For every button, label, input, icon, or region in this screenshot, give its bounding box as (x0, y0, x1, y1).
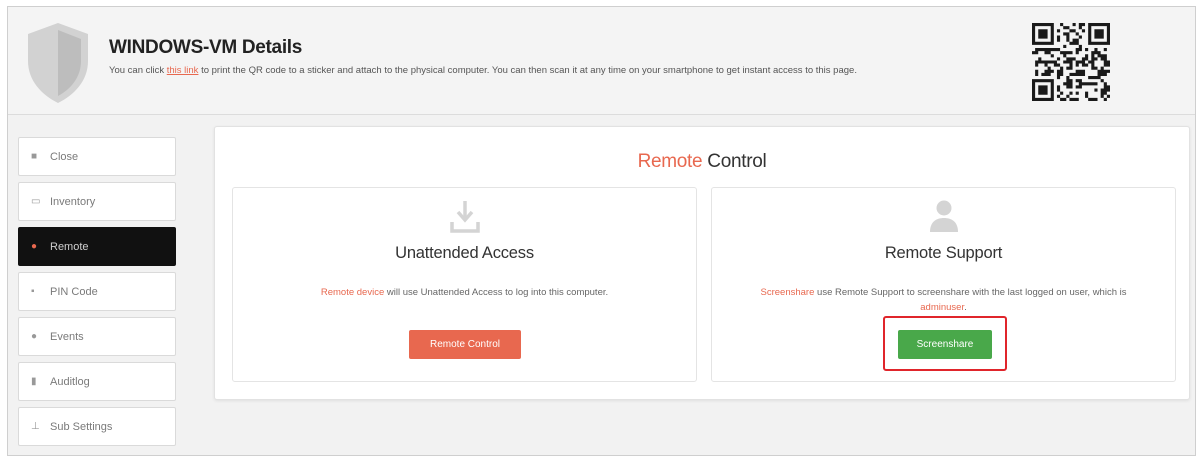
sidebar-item-pin-code[interactable]: ▪ PIN Code (18, 272, 176, 311)
laptop-icon: ▭ (31, 196, 41, 207)
page-subtitle: You can click this link to print the QR … (109, 65, 857, 76)
remote-icon: ● (31, 241, 38, 252)
sidebar-item-label: Auditlog (50, 375, 90, 388)
last-user-text: adminuser (920, 302, 965, 313)
card-description: Screenshare use Remote Support to screen… (742, 285, 1145, 315)
sidebar-item-events[interactable]: ● Events (18, 317, 176, 356)
sidebar-item-close[interactable]: ■ Close (18, 137, 176, 176)
panel-title-rest: Control (702, 151, 767, 172)
lock-icon: ▪ (31, 286, 35, 297)
panel-title-accent: Remote (637, 151, 703, 172)
sidebar-item-auditlog[interactable]: ▮ Auditlog (18, 362, 176, 401)
panel-title: Remote Control (215, 151, 1189, 173)
file-icon: ▮ (31, 376, 37, 387)
info-icon: ● (31, 331, 38, 342)
card-description: Remote device will use Unattended Access… (263, 285, 666, 300)
description-end: . (964, 302, 967, 313)
sidebar-item-label: Events (50, 330, 84, 343)
card-title: Unattended Access (395, 244, 534, 262)
screenshare-button[interactable]: Screenshare (898, 330, 992, 359)
print-qr-link[interactable]: this link (167, 65, 199, 76)
remote-support-card: Remote Support Screenshare use Remote Su… (711, 187, 1176, 382)
sidebar-item-inventory[interactable]: ▭ Inventory (18, 182, 176, 221)
description-text: use Remote Support to screenshare with t… (814, 287, 1127, 298)
description-text: will use Unattended Access to log into t… (384, 287, 609, 298)
sidebar: ■ Close ▭ Inventory ● Remote ▪ PIN Code … (18, 137, 176, 452)
card-title: Remote Support (884, 244, 1003, 262)
screenshare-text: Screenshare (760, 287, 815, 298)
remote-device-text: Remote device (320, 287, 385, 298)
square-icon: ■ (31, 151, 38, 162)
page-title: WINDOWS-VM Details (109, 37, 303, 58)
download-icon (233, 199, 696, 233)
user-icon (712, 199, 1175, 233)
details-frame: WINDOWS-VM Details You can click this li… (7, 6, 1196, 456)
subtitle-text-end: to print the QR code to a sticker and at… (198, 65, 857, 76)
page-header: WINDOWS-VM Details You can click this li… (8, 7, 1195, 115)
shield-icon (28, 23, 88, 103)
remote-control-panel: Remote Control Unattended Access Remote … (214, 126, 1190, 400)
sidebar-item-label: Remote (50, 240, 89, 253)
sidebar-item-label: PIN Code (50, 285, 98, 298)
sidebar-item-label: Inventory (50, 195, 96, 208)
subtitle-text-start: You can click (109, 65, 167, 76)
sidebar-item-sub-settings[interactable]: ⊥ Sub Settings (18, 407, 176, 446)
sidebar-item-remote[interactable]: ● Remote (18, 227, 176, 266)
qr-code (1032, 23, 1110, 101)
sitemap-icon: ⊥ (31, 421, 40, 432)
qr-modules (1032, 23, 1110, 101)
remote-control-button[interactable]: Remote Control (409, 330, 521, 359)
unattended-access-card: Unattended Access Remote device will use… (232, 187, 697, 382)
sidebar-item-label: Sub Settings (50, 420, 113, 433)
sidebar-item-label: Close (50, 150, 79, 163)
